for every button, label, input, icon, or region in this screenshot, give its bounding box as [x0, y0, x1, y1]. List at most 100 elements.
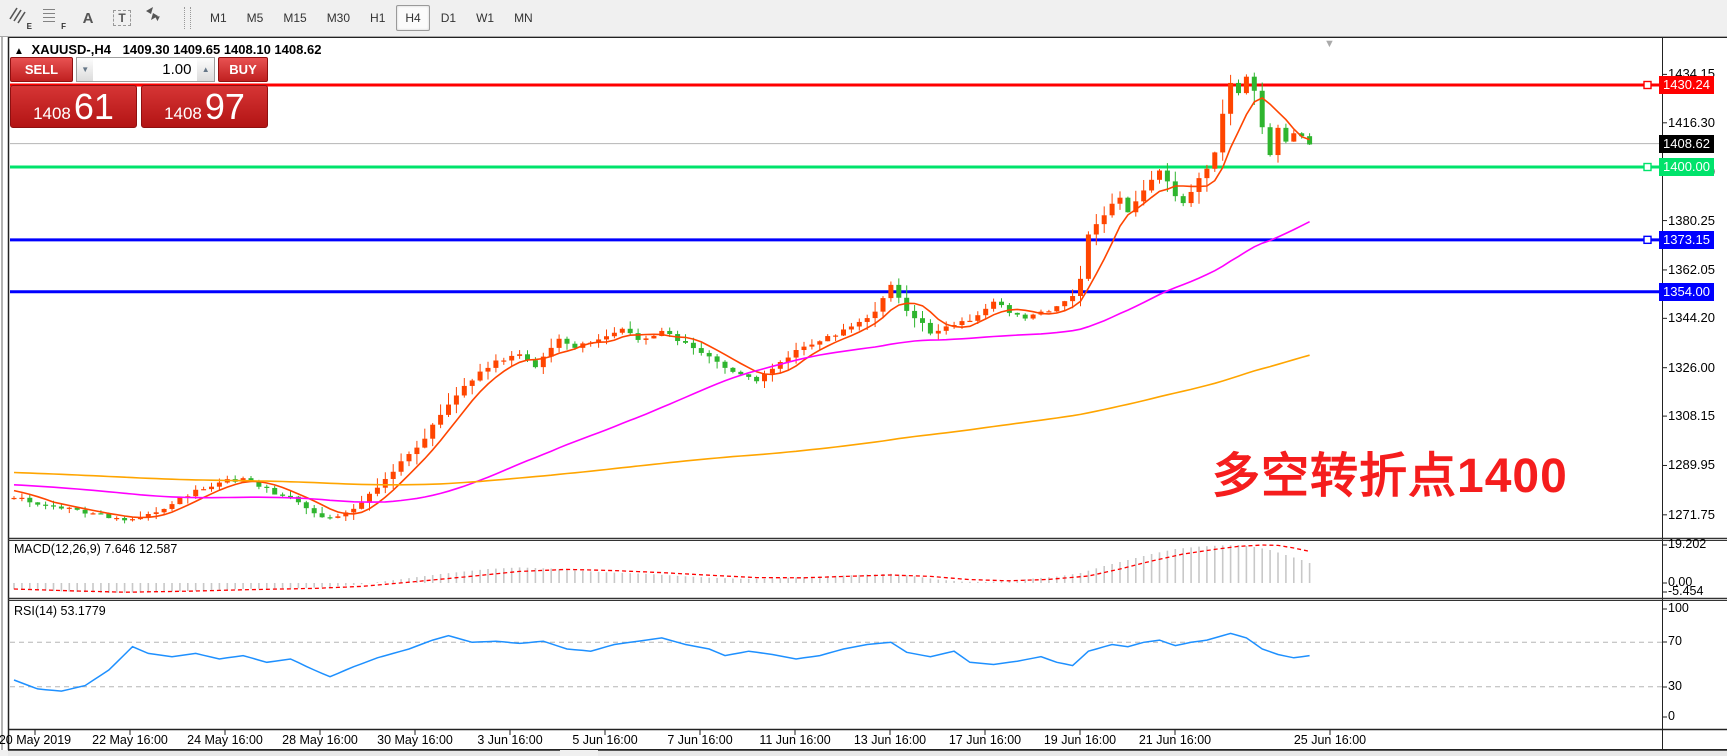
- timeframe-H1[interactable]: H1: [361, 5, 394, 31]
- date-tick-label: 28 May 16:00: [270, 733, 370, 747]
- arrows-tool[interactable]: ▼: [142, 4, 170, 32]
- candle-body: [430, 425, 435, 439]
- candle-body: [849, 327, 854, 330]
- buy-price-display[interactable]: 1408 97: [141, 85, 268, 128]
- candle-body: [999, 302, 1004, 305]
- grid-tool-icon[interactable]: F: [40, 4, 68, 32]
- candle-body: [201, 489, 206, 490]
- candle-body: [533, 360, 538, 367]
- candle-body: [754, 377, 759, 381]
- candle-body: [1165, 171, 1170, 182]
- candle-body: [486, 368, 491, 372]
- candle-body: [1086, 234, 1091, 278]
- buy-price-prefix: 1408: [164, 95, 202, 133]
- candle-body: [975, 315, 980, 321]
- price-tick-label: 1289.95: [1668, 457, 1715, 472]
- candle-body: [391, 472, 396, 479]
- one-click-trade-panel: SELL ▼ ▲ BUY 1408 61 1408 97: [10, 57, 268, 128]
- volume-input[interactable]: [93, 57, 197, 82]
- candle-body: [1173, 181, 1178, 196]
- sell-price-digits: 61: [74, 88, 114, 126]
- date-tick-label: 5 Jun 16:00: [555, 733, 655, 747]
- candle-body: [770, 369, 775, 374]
- candle-body: [715, 356, 720, 361]
- candle-body: [1212, 152, 1217, 168]
- sell-price-prefix: 1408: [33, 95, 71, 133]
- timeframe-D1[interactable]: D1: [432, 5, 465, 31]
- candle-body: [122, 518, 127, 520]
- level-line-handle: [1644, 236, 1651, 243]
- sell-button[interactable]: SELL: [10, 57, 73, 82]
- timeframe-MN[interactable]: MN: [505, 5, 542, 31]
- candle-body: [438, 415, 443, 425]
- volume-decrease-button[interactable]: ▼: [76, 57, 94, 82]
- candle-body: [304, 502, 309, 508]
- symbol-expand-icon[interactable]: ▲: [14, 46, 24, 57]
- candle-body: [1118, 198, 1123, 204]
- macd-signal-line: [14, 545, 1310, 592]
- timeframe-M1[interactable]: M1: [201, 5, 236, 31]
- price-tick-label: 1326.00: [1668, 360, 1715, 375]
- candle-body: [612, 333, 617, 337]
- price-axis-badge: 1430.24: [1659, 76, 1714, 94]
- candle-body: [1220, 114, 1225, 153]
- candle-body: [936, 331, 941, 334]
- candle-body: [896, 285, 901, 298]
- buy-button[interactable]: BUY: [218, 57, 268, 82]
- candle-body: [1189, 192, 1194, 203]
- candle-body: [707, 353, 712, 356]
- candle-body: [351, 509, 356, 513]
- symbol-title: XAUUSD-,H4: [32, 42, 111, 57]
- rsi-indicator-label: RSI(14) 53.1779: [14, 604, 106, 618]
- sell-price-display[interactable]: 1408 61: [10, 85, 137, 128]
- candle-body: [83, 510, 88, 514]
- text-label-tool[interactable]: A: [74, 4, 102, 32]
- candle-body: [98, 513, 103, 514]
- timeframe-W1[interactable]: W1: [467, 5, 503, 31]
- quote-header: ▲ XAUUSD-,H4 1409.30 1409.65 1408.10 140…: [14, 42, 321, 57]
- volume-increase-button[interactable]: ▲: [197, 57, 215, 82]
- date-tick-label: 25 Jun 16:00: [1280, 733, 1380, 747]
- candle-body: [881, 298, 886, 312]
- date-tick-label: 30 May 16:00: [365, 733, 465, 747]
- candle-body: [383, 479, 388, 488]
- chart-shift-marker-icon[interactable]: ▼: [1324, 38, 1335, 50]
- price-axis-badge: 1408.62: [1659, 135, 1714, 153]
- candle-body: [493, 360, 498, 367]
- candle-body: [944, 326, 949, 330]
- main-toolbar: E F A T ▼ M1M5: [0, 0, 1727, 37]
- timeframe-H4[interactable]: H4: [396, 5, 429, 31]
- candle-body: [1007, 305, 1012, 313]
- candle-body: [683, 341, 688, 343]
- candle-body: [67, 508, 72, 509]
- candle-body: [509, 356, 514, 361]
- hatch-tool-icon[interactable]: E: [6, 4, 34, 32]
- candle-body: [375, 488, 380, 494]
- moving-average-fast: [14, 98, 1310, 518]
- timeframe-M30[interactable]: M30: [318, 5, 359, 31]
- candle-body: [1228, 83, 1233, 114]
- candle-body: [794, 350, 799, 358]
- candle-body: [27, 498, 32, 503]
- toolbar-grip: [184, 7, 191, 29]
- textbox-tool[interactable]: T: [108, 4, 136, 32]
- candle-body: [644, 338, 649, 340]
- candle-body: [1260, 91, 1265, 127]
- candle-body: [177, 498, 182, 505]
- candle-body: [960, 321, 965, 325]
- bottom-window-edge: [598, 750, 1727, 756]
- candle-body: [928, 323, 933, 334]
- candle-body: [699, 348, 704, 353]
- candle-body: [802, 347, 807, 350]
- candle-body: [193, 490, 198, 496]
- candle-body: [1054, 306, 1059, 311]
- macd-indicator-label: MACD(12,26,9) 7.646 12.587: [14, 542, 177, 556]
- candle-body: [478, 372, 483, 381]
- candle-body: [19, 498, 24, 499]
- candle-body: [565, 339, 570, 344]
- timeframe-M15[interactable]: M15: [274, 5, 315, 31]
- timeframe-M5[interactable]: M5: [238, 5, 273, 31]
- trading-platform-window: E F A T ▼ M1M5: [0, 0, 1727, 756]
- moving-average-slow: [14, 355, 1310, 485]
- candle-body: [35, 502, 40, 504]
